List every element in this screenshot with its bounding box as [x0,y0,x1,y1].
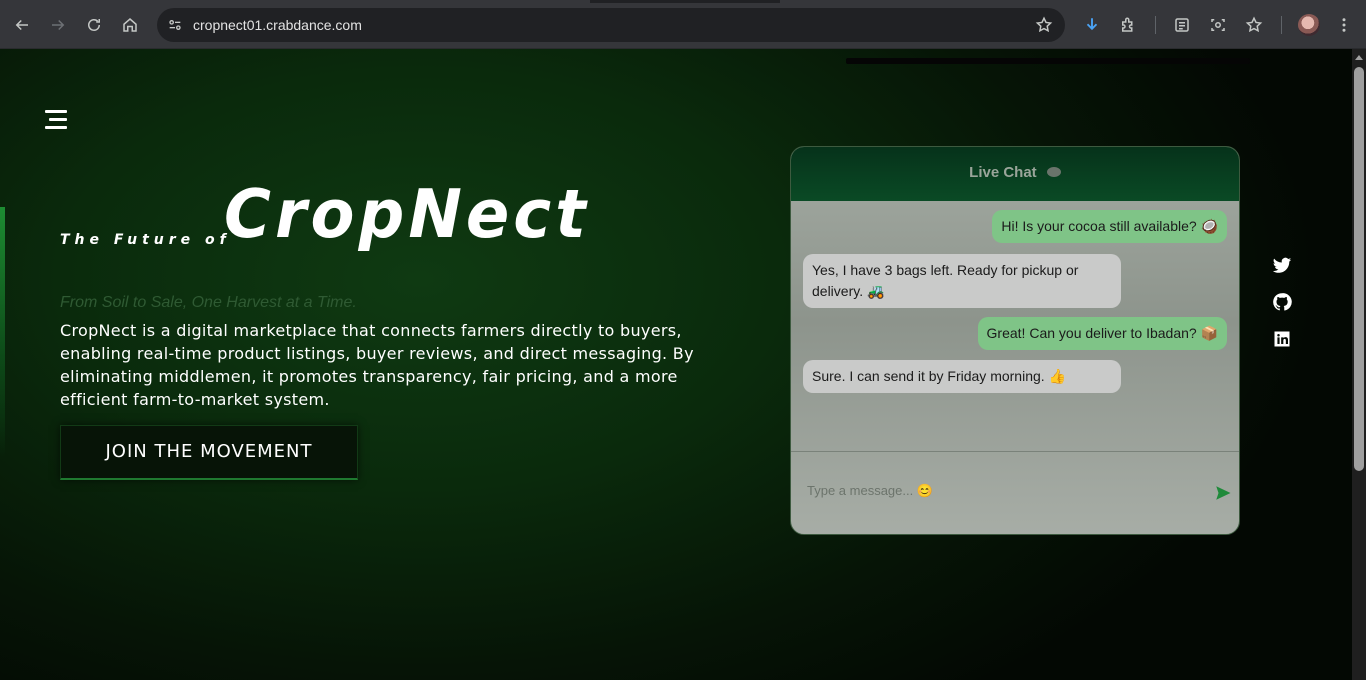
bookmark-star-icon[interactable] [1035,16,1053,34]
chat-message-sent: Great! Can you deliver to Ibadan? 📦 [977,317,1227,350]
screenshot-icon[interactable] [1208,15,1228,35]
page-scrollbar[interactable] [1352,49,1366,680]
chat-header: Live Chat [791,147,1239,201]
hero-description: CropNect is a digital marketplace that c… [60,321,694,409]
site-info-icon[interactable] [165,15,185,35]
back-icon[interactable] [8,11,36,39]
left-accent-bar [0,207,5,457]
profile-avatar[interactable] [1298,14,1320,36]
menu-icon[interactable] [1334,15,1354,35]
page-viewport: The Future of CropNect From Soil to Sale… [0,49,1352,680]
chat-message-input[interactable] [807,478,1187,502]
hero-tagline: From Soil to Sale, One Harvest at a Time… [60,294,357,311]
linkedin-icon[interactable] [1272,329,1292,349]
scrollbar-thumb[interactable] [1354,67,1364,471]
reading-list-icon[interactable] [1172,15,1192,35]
speech-bubble-icon [1046,167,1061,178]
scroll-up-arrow-icon[interactable] [1355,55,1363,60]
chat-title: Live Chat [969,164,1037,181]
chat-message-sent: Hi! Is your cocoa still available? 🥥 [992,210,1227,243]
reload-icon[interactable] [80,11,108,39]
address-bar[interactable]: cropnect01.crabdance.com [157,8,1065,42]
send-icon[interactable] [1213,484,1233,502]
chat-composer [791,451,1239,534]
toolbar-divider [1281,16,1282,34]
chat-message-received: Sure. I can send it by Friday morning. 👍 [803,360,1121,393]
toolbar-divider [1155,16,1156,34]
home-icon[interactable] [116,11,144,39]
tab-strip-edge [0,0,1366,3]
chat-message-received: Yes, I have 3 bags left. Ready for picku… [803,254,1121,308]
hero-pre-title: The Future of [60,232,231,248]
browser-toolbar: cropnect01.crabdance.com [0,0,1366,49]
progress-bar-track [846,58,1250,64]
favorites-icon[interactable] [1244,15,1264,35]
url-text[interactable]: cropnect01.crabdance.com [193,17,362,33]
extensions-icon[interactable] [1118,15,1138,35]
github-icon[interactable] [1272,292,1292,312]
forward-icon[interactable] [44,11,72,39]
hero-title: CropNect [224,176,590,254]
hamburger-menu-icon[interactable] [43,109,67,131]
live-chat-widget: Live Chat Hi! Is your cocoa still availa… [790,146,1240,535]
join-movement-button[interactable]: JOIN THE MOVEMENT [60,425,358,480]
download-icon[interactable] [1082,15,1102,35]
twitter-icon[interactable] [1272,255,1292,275]
